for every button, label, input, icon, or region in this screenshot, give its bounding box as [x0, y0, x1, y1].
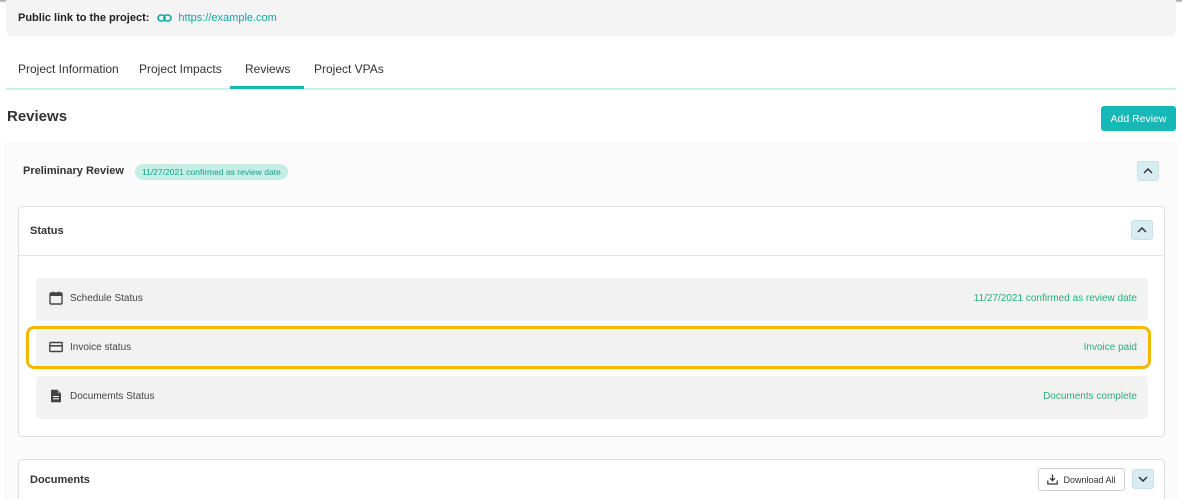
documents-status-value: Documents complete: [1043, 391, 1137, 402]
invoice-status-highlight: [26, 326, 1151, 369]
status-header: Status: [19, 207, 1164, 256]
tab-project-information[interactable]: Project Information: [18, 52, 119, 90]
schedule-status-value: 11/27/2021 confirmed as review date: [973, 293, 1137, 304]
schedule-status-label: Schedule Status: [70, 293, 143, 304]
tab-project-vpas[interactable]: Project VPAs: [314, 52, 384, 90]
active-tab-indicator: [230, 86, 304, 89]
documents-status-row: Documemts Status Documents complete: [36, 376, 1148, 419]
public-link-bar: Public link to the project: https://exam…: [6, 0, 1176, 36]
documents-title: Documents: [30, 474, 90, 486]
add-review-button[interactable]: Add Review: [1101, 106, 1176, 131]
documents-section: Documents Download All: [18, 459, 1165, 499]
download-all-button[interactable]: Download All: [1038, 468, 1125, 491]
download-all-label: Download All: [1063, 474, 1116, 485]
chevron-down-icon: [1138, 476, 1148, 482]
link-icon: [157, 13, 173, 23]
tab-reviews[interactable]: Reviews: [245, 52, 290, 90]
status-section: Status Schedule Status 11/27/2021 confir…: [18, 206, 1165, 437]
chevron-up-icon: [1143, 168, 1153, 174]
preliminary-review-card: Preliminary Review 11/27/2021 confirmed …: [6, 143, 1176, 499]
tab-project-impacts[interactable]: Project Impacts: [139, 52, 222, 90]
project-tabs: Project Information Project Impacts Revi…: [6, 52, 1176, 90]
public-link-label: Public link to the project:: [18, 12, 150, 24]
collapse-review-button[interactable]: [1137, 161, 1159, 181]
expand-documents-button[interactable]: [1132, 469, 1154, 489]
calendar-icon: [49, 291, 63, 305]
documents-status-label: Documemts Status: [70, 391, 155, 402]
download-icon: [1047, 474, 1059, 485]
page-title: Reviews: [7, 108, 68, 125]
review-date-badge: 11/27/2021 confirmed as review date: [135, 164, 288, 180]
schedule-status-row: Schedule Status 11/27/2021 confirmed as …: [36, 278, 1148, 321]
public-link-url[interactable]: https://example.com: [178, 12, 276, 24]
status-title: Status: [30, 225, 64, 237]
preliminary-review-title: Preliminary Review: [23, 165, 124, 177]
document-icon: [51, 389, 61, 403]
collapse-status-button[interactable]: [1131, 220, 1153, 240]
chevron-up-icon: [1137, 227, 1147, 233]
